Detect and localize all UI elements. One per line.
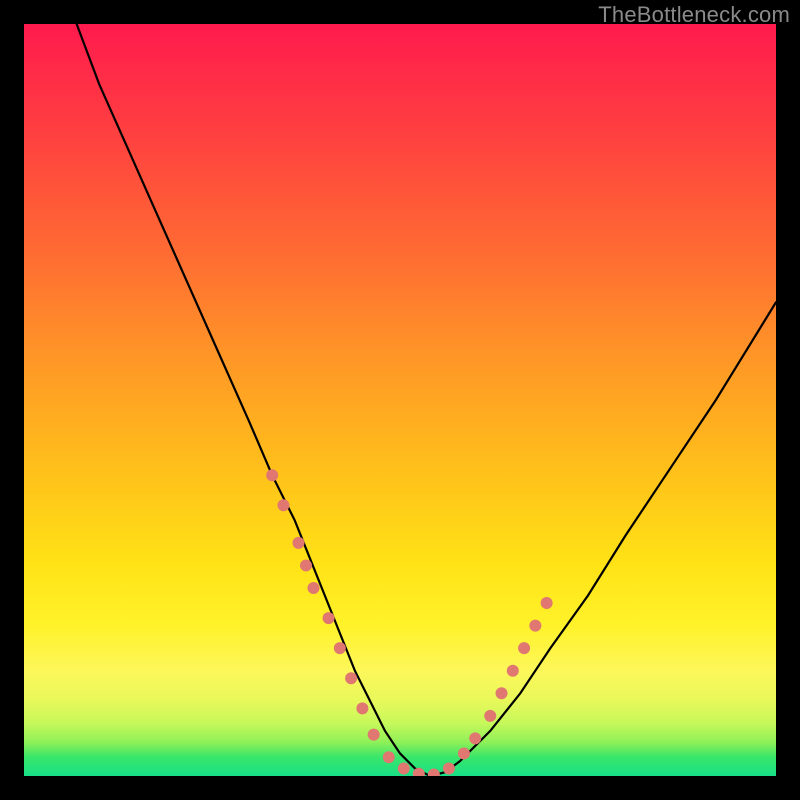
highlight-dot <box>345 672 357 684</box>
highlight-dot <box>383 751 395 763</box>
highlight-dot <box>496 687 508 699</box>
highlight-dot <box>398 762 410 774</box>
chart-svg <box>24 24 776 776</box>
highlight-dot <box>428 769 440 777</box>
figure-frame: TheBottleneck.com <box>0 0 800 800</box>
highlight-dot <box>541 597 553 609</box>
highlight-dot <box>484 710 496 722</box>
highlight-dot <box>356 702 368 714</box>
highlight-dot <box>266 469 278 481</box>
highlight-dot <box>292 537 304 549</box>
highlight-dot <box>277 499 289 511</box>
highlight-dot <box>469 732 481 744</box>
highlight-dot <box>507 665 519 677</box>
highlight-dots <box>266 469 552 776</box>
plot-area <box>24 24 776 776</box>
bottleneck-curve <box>77 24 776 776</box>
highlight-dot <box>458 747 470 759</box>
highlight-dot <box>443 762 455 774</box>
highlight-dot <box>308 582 320 594</box>
highlight-dot <box>323 612 335 624</box>
highlight-dot <box>334 642 346 654</box>
watermark-text: TheBottleneck.com <box>598 2 790 28</box>
highlight-dot <box>518 642 530 654</box>
highlight-dot <box>529 620 541 632</box>
highlight-dot <box>300 559 312 571</box>
highlight-dot <box>368 729 380 741</box>
